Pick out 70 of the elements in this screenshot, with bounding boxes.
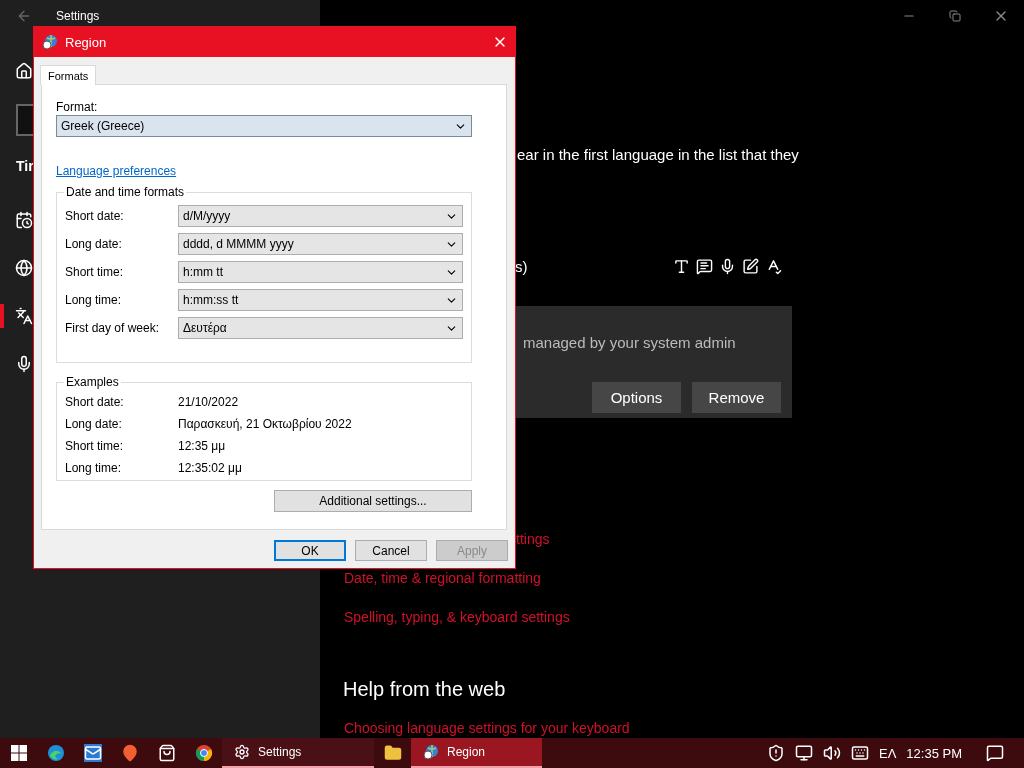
related-link[interactable]: Spelling, typing, & keyboard settings	[344, 607, 570, 627]
format-dropdown[interactable]: h:mm:ss tt	[178, 289, 463, 311]
dialog-button[interactable]: Cancel	[355, 540, 427, 561]
notice-text: managed by your system admin	[523, 333, 737, 354]
format-dropdown[interactable]: Δευτέρα	[178, 317, 463, 339]
field-label: First day of week:	[65, 321, 161, 335]
help-link[interactable]: Choosing language settings for your keyboard	[344, 718, 630, 738]
field-label: Format:	[56, 99, 98, 115]
gear-icon	[234, 744, 250, 760]
field-label: Short time:	[65, 265, 125, 279]
panel-button[interactable]: Options	[592, 382, 681, 414]
notification-icon[interactable]	[986, 744, 1004, 762]
network-icon[interactable]	[795, 744, 813, 762]
language-features-text: s)	[515, 257, 528, 275]
dialog-title: Region	[65, 34, 107, 50]
mail-icon[interactable]	[83, 744, 102, 762]
field-label: Long date:	[65, 237, 123, 251]
store-bag-icon[interactable]	[157, 744, 176, 762]
language-preferences-link[interactable]: Language preferences	[56, 163, 177, 179]
edge-icon[interactable]	[46, 744, 65, 762]
field-label: Long time:	[65, 293, 123, 307]
taskbar-app-button[interactable]: Region	[411, 738, 542, 768]
home-icon[interactable]	[15, 62, 33, 80]
microphone-icon	[719, 257, 736, 275]
format-dropdown[interactable]: d/M/yyyy	[178, 205, 463, 227]
format-dropdown[interactable]: h:mm tt	[178, 261, 463, 283]
keyboard-icon[interactable]	[851, 744, 869, 762]
panel-button[interactable]: Remove	[692, 382, 781, 414]
pen-icon	[742, 257, 759, 275]
folder-icon[interactable]	[383, 744, 402, 762]
example-value: 12:35 μμ	[178, 439, 226, 453]
taskbar-app-button[interactable]: Settings	[222, 738, 374, 768]
chrome-icon[interactable]	[194, 744, 213, 762]
clock-time[interactable]: 12:35 PM	[906, 745, 962, 761]
section-heading: Help from the web	[343, 677, 507, 702]
related-link[interactable]: Date, time & regional formatting	[344, 568, 541, 588]
globe-clock-icon	[423, 744, 439, 760]
tab[interactable]: Formats	[40, 65, 97, 85]
example-label: Long date:	[65, 417, 123, 431]
example-label: Short time:	[65, 439, 125, 453]
dialog-button[interactable]: OK	[274, 540, 346, 561]
related-link[interactable]: ttings	[516, 529, 550, 549]
additional-settings-button[interactable]: Additional settings...	[274, 490, 472, 512]
calendar-clock-icon[interactable]	[15, 211, 33, 229]
windows-logo-icon[interactable]	[10, 745, 27, 761]
volume-icon[interactable]	[823, 744, 841, 762]
security-shield-icon[interactable]	[767, 744, 785, 762]
map-pin-icon[interactable]	[120, 744, 139, 762]
example-value: 21/10/2022	[178, 395, 239, 409]
speech-bubble-icon	[696, 257, 713, 275]
input-language-indicator[interactable]: ΕΛ	[879, 745, 897, 761]
example-value: Παρασκευή, 21 Οκτωβρίου 2022	[178, 417, 352, 431]
group-title: Date and time formats	[65, 185, 186, 199]
description-text: ear in the first language in the list that they	[517, 145, 800, 165]
window-title: Settings	[56, 9, 100, 23]
example-value: 12:35:02 μμ	[178, 461, 242, 475]
format-dropdown[interactable]: dddd, d MMMM yyyy	[178, 233, 463, 255]
language-icon[interactable]	[15, 307, 33, 325]
format-dropdown[interactable]: Greek (Greece)	[56, 115, 472, 137]
restore-icon[interactable]	[949, 10, 961, 22]
microphone-icon[interactable]	[15, 355, 33, 373]
sidebar-heading: Tir	[16, 158, 34, 174]
back-arrow-icon[interactable]	[16, 8, 32, 24]
example-label: Short date:	[65, 395, 125, 409]
example-label: Long time:	[65, 461, 123, 475]
text-icon	[673, 257, 690, 275]
group-title: Examples	[65, 375, 120, 389]
globe-clock-icon	[42, 34, 58, 50]
field-label: Short date:	[65, 209, 125, 223]
globe-icon[interactable]	[15, 259, 33, 277]
